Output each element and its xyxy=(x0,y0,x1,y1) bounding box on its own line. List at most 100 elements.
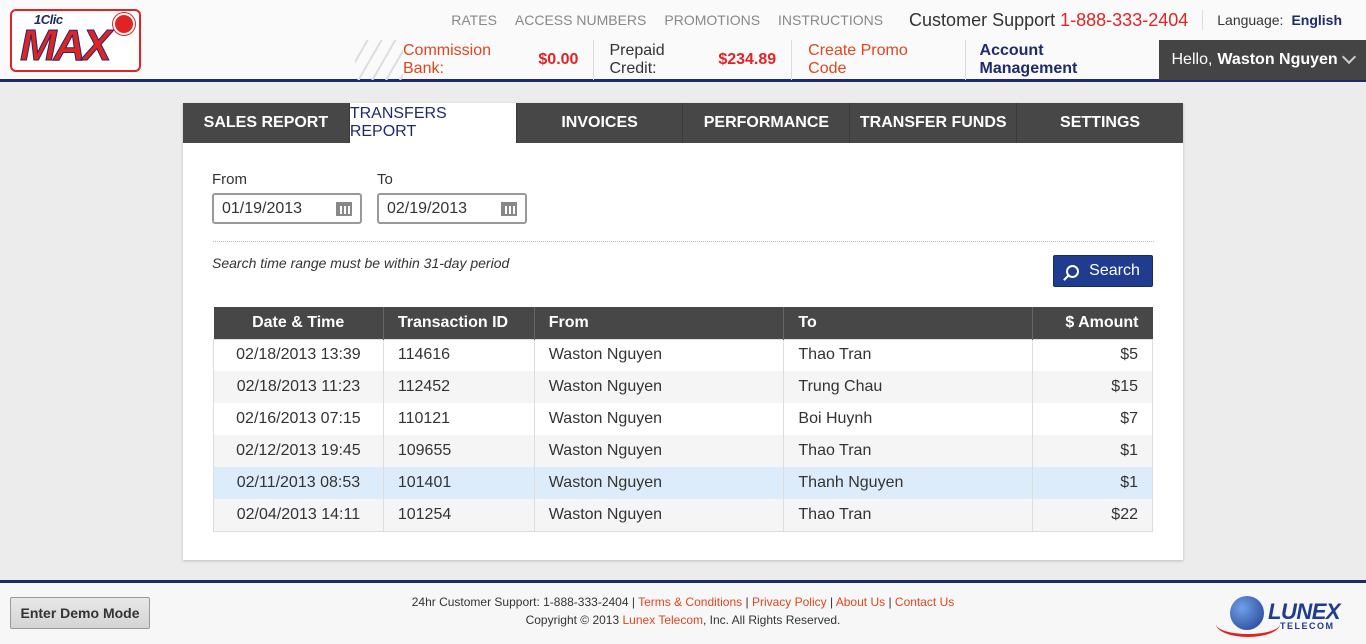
privacy-link[interactable]: Privacy Policy xyxy=(752,595,827,609)
header: 1Clic MAX RATES ACCESS NUMBERS PROMOTION… xyxy=(0,0,1366,82)
table-row[interactable]: 02/18/2013 13:39 114616 Waston Nguyen Th… xyxy=(213,339,1153,371)
table-row[interactable]: 02/04/2013 14:11 101254 Waston Nguyen Th… xyxy=(213,499,1153,531)
col-date-time[interactable]: Date & Time xyxy=(213,307,384,339)
cell-date-time: 02/16/2013 07:15 xyxy=(213,403,384,435)
table-header-row: Date & Time Transaction ID From To $ Amo… xyxy=(213,307,1153,339)
user-name: Waston Nguyen xyxy=(1217,51,1338,68)
search-icon xyxy=(1066,264,1080,278)
cell-from: Waston Nguyen xyxy=(534,435,785,467)
globe-icon xyxy=(1230,596,1264,630)
create-promo-code-link[interactable]: Create Promo Code xyxy=(792,40,966,80)
report-panel: SALES REPORT TRANSFERS REPORT INVOICES P… xyxy=(183,103,1183,560)
cell-amount: $7 xyxy=(1032,403,1153,435)
terms-link[interactable]: Terms & Conditions xyxy=(638,595,742,609)
commission-value: $0.00 xyxy=(538,51,579,68)
cell-to: Boi Huynh xyxy=(783,403,1034,435)
customer-support: Customer Support 1-888-333-2404 xyxy=(909,10,1188,31)
from-date-value: 01/19/2013 xyxy=(222,199,303,217)
search-button[interactable]: Search xyxy=(1053,255,1153,287)
tab-performance[interactable]: PERFORMANCE xyxy=(683,103,851,143)
cell-to: Thao Tran xyxy=(783,499,1034,531)
cell-from: Waston Nguyen xyxy=(534,467,785,499)
prepaid-credit: Prepaid Credit: $234.89 xyxy=(594,40,793,80)
from-field: From 01/19/2013 xyxy=(212,171,362,224)
col-transaction-id[interactable]: Transaction ID xyxy=(383,307,535,339)
footer-support: 24hr Customer Support: 1-888-333-2404 xyxy=(411,595,629,609)
account-management-link[interactable]: Account Management xyxy=(966,40,1159,80)
commission-bank: Commission Bank: $0.00 xyxy=(388,40,595,80)
cell-amount: $5 xyxy=(1032,339,1153,371)
brand-logo[interactable]: 1Clic MAX xyxy=(10,9,141,72)
tab-transfers-report[interactable]: TRANSFERS REPORT xyxy=(349,103,517,143)
cell-transaction-id: 110121 xyxy=(383,403,535,435)
user-menu[interactable]: Hello, Waston Nguyen xyxy=(1158,40,1366,80)
to-date-input[interactable]: 02/19/2013 xyxy=(377,193,527,224)
cell-from: Waston Nguyen xyxy=(534,371,785,403)
logo-main: MAX xyxy=(20,21,113,71)
cell-to: Thanh Nguyen xyxy=(783,467,1034,499)
language-selector[interactable]: English xyxy=(1291,12,1342,28)
cell-date-time: 02/04/2013 14:11 xyxy=(213,499,384,531)
cell-from: Waston Nguyen xyxy=(534,339,785,371)
copyright-suffix: , Inc. All Rights Reserved. xyxy=(703,613,841,627)
support-label: Customer Support xyxy=(909,9,1056,30)
cell-transaction-id: 101401 xyxy=(383,467,535,499)
tab-sales-report[interactable]: SALES REPORT xyxy=(183,103,350,143)
mascot-icon xyxy=(113,13,135,35)
top-nav: RATES ACCESS NUMBERS PROMOTIONS INSTRUCT… xyxy=(451,0,1366,40)
calendar-icon[interactable] xyxy=(501,202,517,216)
cell-transaction-id: 109655 xyxy=(383,435,535,467)
about-link[interactable]: About Us xyxy=(836,595,885,609)
commission-label: Commission Bank: xyxy=(403,42,492,77)
transfers-table: Date & Time Transaction ID From To $ Amo… xyxy=(213,307,1153,532)
nav-rates[interactable]: RATES xyxy=(451,12,497,28)
cell-date-time: 02/12/2013 19:45 xyxy=(213,435,384,467)
cell-amount: $1 xyxy=(1032,467,1153,499)
cell-transaction-id: 101254 xyxy=(383,499,535,531)
lunex-sub: TELECOM xyxy=(1280,621,1335,631)
to-date-value: 02/19/2013 xyxy=(387,199,468,217)
report-tabs: SALES REPORT TRANSFERS REPORT INVOICES P… xyxy=(183,103,1183,143)
cell-date-time: 02/11/2013 08:53 xyxy=(213,467,384,499)
footer: Enter Demo Mode 24hr Customer Support: 1… xyxy=(0,580,1366,644)
tab-transfer-funds[interactable]: TRANSFER FUNDS xyxy=(850,103,1018,143)
copyright-prefix: Copyright © 2013 xyxy=(525,613,620,627)
nav-access-numbers[interactable]: ACCESS NUMBERS xyxy=(515,12,646,28)
chevron-down-icon xyxy=(1341,49,1357,65)
cell-amount: $15 xyxy=(1032,371,1153,403)
to-field: To 02/19/2013 xyxy=(377,171,527,224)
account-bar: Commission Bank: $0.00 Prepaid Credit: $… xyxy=(355,40,1366,80)
decorative-stripes xyxy=(355,40,403,80)
to-label: To xyxy=(377,171,393,188)
cell-to: Trung Chau xyxy=(783,371,1034,403)
table-row[interactable]: 02/18/2013 11:23 112452 Waston Nguyen Tr… xyxy=(213,371,1153,403)
divider xyxy=(213,241,1154,242)
search-label: Search xyxy=(1089,262,1140,279)
table-row[interactable]: 02/12/2013 19:45 109655 Waston Nguyen Th… xyxy=(213,435,1153,467)
table-row-highlighted[interactable]: 02/11/2013 08:53 101401 Waston Nguyen Th… xyxy=(213,467,1153,499)
cell-transaction-id: 114616 xyxy=(383,339,535,371)
cell-date-time: 02/18/2013 13:39 xyxy=(213,339,384,371)
tab-settings[interactable]: SETTINGS xyxy=(1017,103,1183,143)
from-date-input[interactable]: 01/19/2013 xyxy=(212,193,362,224)
from-label: From xyxy=(212,171,247,188)
prepaid-label: Prepaid Credit: xyxy=(609,42,665,77)
col-amount[interactable]: $ Amount xyxy=(1032,307,1153,339)
table-row[interactable]: 02/16/2013 07:15 110121 Waston Nguyen Bo… xyxy=(213,403,1153,435)
nav-promotions[interactable]: PROMOTIONS xyxy=(664,12,760,28)
lunex-logo[interactable]: LUNEX TELECOM xyxy=(1216,593,1358,637)
calendar-icon[interactable] xyxy=(336,202,352,216)
cell-to: Thao Tran xyxy=(783,339,1034,371)
cell-from: Waston Nguyen xyxy=(534,403,785,435)
col-from[interactable]: From xyxy=(534,307,785,339)
nav-instructions[interactable]: INSTRUCTIONS xyxy=(778,12,883,28)
company-link[interactable]: Lunex Telecom xyxy=(623,613,704,627)
col-to[interactable]: To xyxy=(783,307,1034,339)
cell-to: Thao Tran xyxy=(783,435,1034,467)
cell-from: Waston Nguyen xyxy=(534,499,785,531)
cell-amount: $1 xyxy=(1032,435,1153,467)
support-phone: 1-888-333-2404 xyxy=(1060,9,1189,30)
tab-invoices[interactable]: INVOICES xyxy=(517,103,684,143)
divider xyxy=(1202,10,1204,30)
contact-link[interactable]: Contact Us xyxy=(895,595,954,609)
